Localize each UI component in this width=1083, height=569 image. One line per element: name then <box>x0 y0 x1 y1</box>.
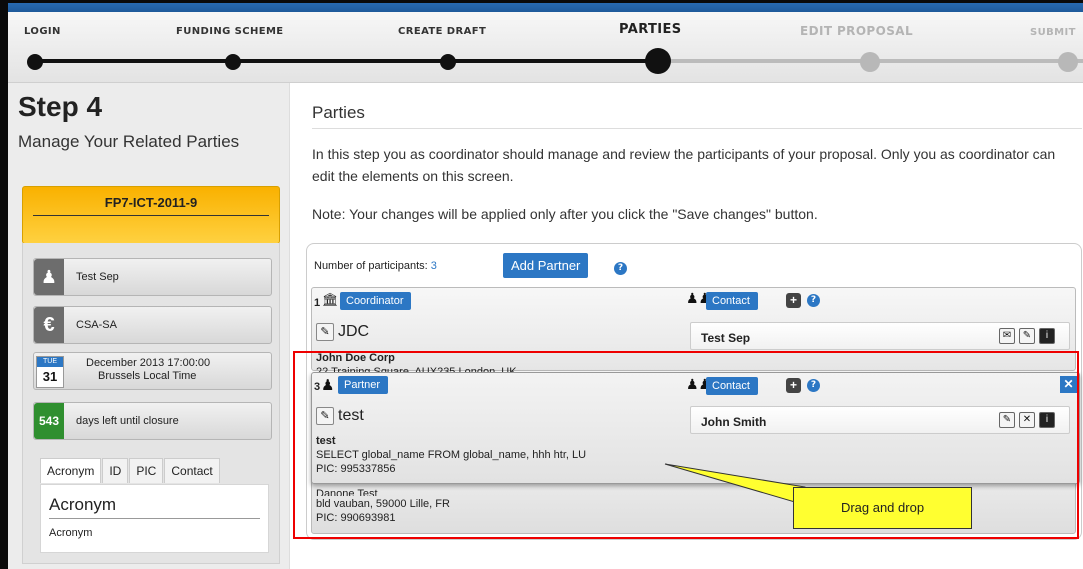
drag-and-drop-callout: Drag and drop <box>793 487 972 529</box>
app-window: LOGIN FUNDING SCHEME CREATE DRAFT PARTIE… <box>0 0 1083 569</box>
callout-pointer <box>664 463 806 506</box>
